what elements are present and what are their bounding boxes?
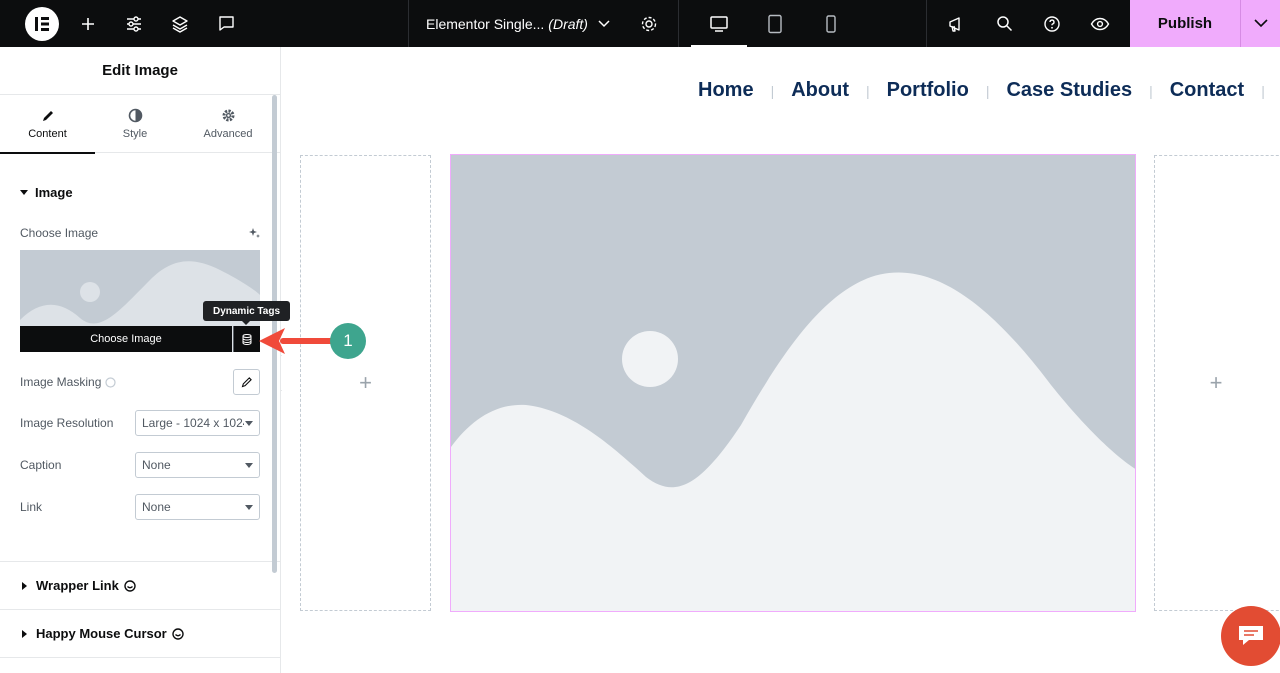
document-status: (Draft) (548, 15, 588, 32)
section-wrapper-link-title: Wrapper Link (36, 578, 119, 593)
empty-column-left[interactable]: + (300, 155, 431, 611)
caption-select[interactable]: None (135, 452, 260, 478)
caret-right-icon (22, 581, 27, 590)
image-resolution-label: Image Resolution (20, 416, 114, 430)
image-masking-label: Image Masking (20, 375, 102, 389)
top-bar: Elementor Single... (Draft) Publish (0, 0, 1280, 47)
dropdown-arrow-icon (245, 463, 253, 468)
pencil-icon (241, 377, 252, 388)
nav-link[interactable]: Contact (1170, 79, 1244, 102)
publish-button[interactable]: Publish (1130, 0, 1240, 47)
section-divider (0, 561, 280, 562)
empty-column-right[interactable]: + (1154, 155, 1280, 611)
section-happy-mouse-title: Happy Mouse Cursor (36, 626, 167, 641)
section-wrapper-link-toggle[interactable]: Wrapper Link (20, 578, 136, 593)
add-widget-plus-icon[interactable]: + (359, 370, 372, 396)
chevron-down-icon (1253, 19, 1268, 28)
image-widget-placeholder[interactable] (450, 154, 1136, 612)
panel-tabs: Content Style Advanced (0, 95, 280, 154)
mobile-view-icon[interactable] (818, 0, 844, 47)
tab-advanced[interactable]: Advanced (185, 95, 271, 153)
add-element-icon[interactable] (74, 0, 102, 47)
topbar-divider (408, 0, 409, 47)
chevron-down-icon (598, 19, 610, 27)
notes-comment-icon[interactable] (212, 0, 240, 47)
pencil-icon (42, 110, 53, 121)
dropdown-arrow-icon (245, 421, 253, 426)
link-value: None (142, 500, 171, 514)
choose-image-label: Choose Image (20, 226, 99, 240)
image-masking-label-row: Image Masking (20, 375, 116, 389)
caption-label: Caption (20, 458, 62, 472)
placeholder-image (451, 272, 1135, 611)
desktop-view-button[interactable] (691, 0, 747, 47)
happy-addons-icon (105, 376, 116, 388)
tab-label: Content (28, 127, 67, 140)
tab-style[interactable]: Style (95, 95, 175, 153)
nav-separator: | (1149, 82, 1153, 99)
tablet-view-icon[interactable] (762, 0, 788, 47)
nav-separator: | (770, 82, 775, 99)
section-happy-mouse-toggle[interactable]: Happy Mouse Cursor (20, 626, 184, 641)
topbar-divider (678, 0, 679, 47)
nav-separator: | (985, 82, 990, 99)
happy-addons-icon (172, 627, 184, 640)
nav-link[interactable]: About (791, 79, 849, 102)
section-image-toggle[interactable]: Image (20, 185, 73, 200)
section-image-title: Image (35, 185, 73, 200)
panel-title: Edit Image (0, 47, 280, 95)
dropdown-arrow-icon (245, 505, 253, 510)
tab-content[interactable]: Content (0, 95, 95, 154)
search-icon[interactable] (990, 0, 1018, 47)
elementor-logo-icon[interactable] (25, 7, 59, 41)
annotation-step-badge: 1 (330, 323, 366, 359)
caret-right-icon (22, 629, 27, 638)
site-navigation: Home | About | Portfolio | Case Studies | Contac… (698, 79, 1280, 102)
tab-label: Advanced (203, 128, 253, 140)
nav-separator: | (1261, 82, 1265, 99)
section-divider (0, 609, 280, 610)
publish-options-button[interactable] (1240, 0, 1280, 47)
chat-widget-button[interactable] (1221, 606, 1280, 666)
nav-link[interactable]: Portfolio (887, 79, 969, 102)
half-circle-icon (128, 108, 142, 123)
site-settings-icon[interactable] (120, 0, 148, 47)
image-resolution-value: Large - 1024 x 1024 (142, 416, 244, 430)
desktop-icon (691, 0, 747, 47)
nav-link[interactable]: Case Studies (1006, 79, 1132, 102)
help-icon[interactable] (1038, 0, 1066, 47)
link-label: Link (20, 500, 43, 514)
document-title[interactable]: Elementor Single... (Draft) (426, 0, 610, 47)
chat-bubble-icon (1239, 626, 1263, 645)
preview-canvas: Home | About | Portfolio | Case Studies | Contac… (282, 47, 1280, 673)
gear-icon (222, 109, 234, 122)
choose-image-button[interactable]: Choose Image (20, 326, 232, 352)
image-masking-edit-button[interactable] (233, 369, 260, 395)
nav-link[interactable]: Home (698, 79, 754, 102)
happy-addons-icon (124, 579, 136, 592)
caret-down-icon (20, 190, 28, 195)
annotation-arrow (259, 328, 335, 354)
caption-value: None (142, 458, 171, 472)
tab-label: Style (122, 128, 148, 140)
editor-panel: Edit Image Content Style Advanced Image … (0, 47, 281, 673)
database-icon (242, 333, 252, 345)
section-divider (0, 657, 280, 658)
document-title-text: Elementor Single... (426, 15, 545, 32)
add-widget-plus-icon[interactable]: + (1210, 370, 1223, 396)
preview-eye-icon[interactable] (1086, 0, 1114, 47)
topbar-divider (926, 0, 927, 47)
whats-new-megaphone-icon[interactable] (942, 0, 970, 47)
ai-sparkle-icon[interactable] (248, 227, 260, 239)
link-select[interactable]: None (135, 494, 260, 520)
image-resolution-select[interactable]: Large - 1024 x 1024 (135, 410, 260, 436)
structure-layers-icon[interactable] (166, 0, 194, 47)
dynamic-tags-tooltip: Dynamic Tags (203, 301, 290, 325)
page-settings-gear-icon[interactable] (636, 0, 662, 47)
nav-separator: | (865, 82, 870, 99)
